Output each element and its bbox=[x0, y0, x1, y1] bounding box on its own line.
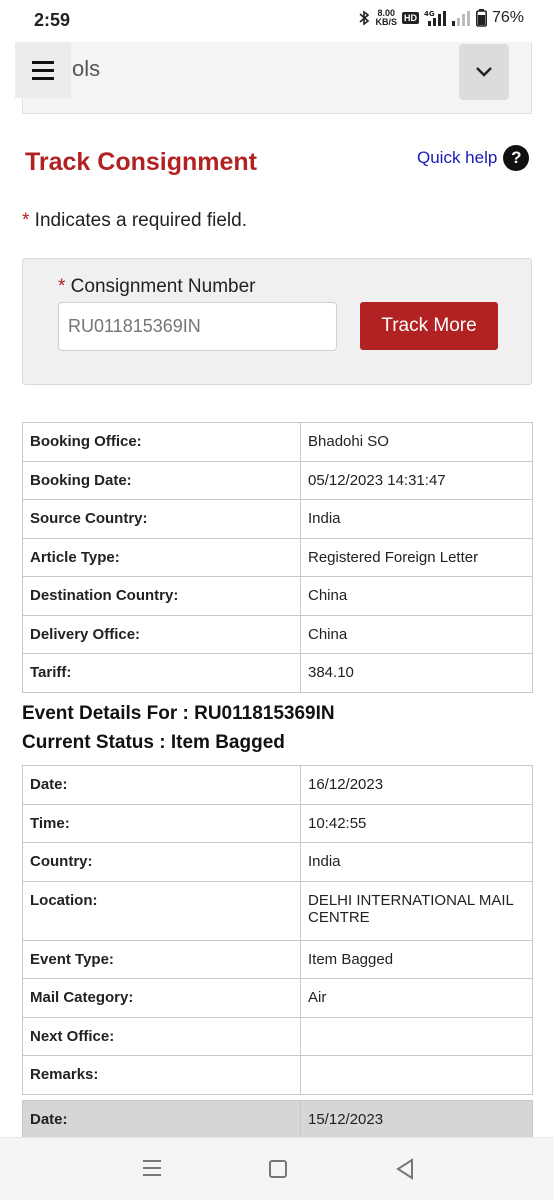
chevron-down-icon bbox=[476, 67, 492, 77]
row-key: Article Type: bbox=[22, 537, 301, 577]
row-key: Source Country: bbox=[22, 499, 301, 539]
table-row: Date: 15/12/2023 bbox=[22, 1100, 533, 1140]
table-row: Next Office: bbox=[22, 1016, 533, 1056]
row-value bbox=[300, 1055, 533, 1095]
tools-label: ols bbox=[72, 56, 101, 81]
row-key: Booking Date: bbox=[22, 460, 301, 500]
table-row: Mail Category: Air bbox=[22, 978, 533, 1018]
table-row: Booking Office: Bhadohi SO bbox=[22, 422, 533, 462]
signal-icon: 4G bbox=[424, 10, 446, 26]
row-value: Bhadohi SO bbox=[300, 422, 533, 462]
row-key: Date: bbox=[22, 1100, 301, 1140]
row-value: Item Bagged bbox=[300, 939, 533, 979]
row-key: Event Type: bbox=[22, 939, 301, 979]
row-value: 05/12/2023 14:31:47 bbox=[300, 460, 533, 500]
row-key: Mail Category: bbox=[22, 978, 301, 1018]
table-row: Source Country: India bbox=[22, 499, 533, 539]
next-event-table: Date: 15/12/2023 bbox=[22, 1100, 533, 1140]
recent-apps-icon[interactable] bbox=[143, 1160, 161, 1176]
consignment-number-input[interactable] bbox=[58, 302, 337, 351]
row-value: China bbox=[300, 614, 533, 654]
home-icon[interactable] bbox=[269, 1160, 287, 1178]
track-more-button[interactable]: Track More bbox=[360, 302, 498, 350]
row-value: India bbox=[300, 499, 533, 539]
table-row: Event Type: Item Bagged bbox=[22, 939, 533, 979]
page-title: Track Consignment bbox=[25, 148, 257, 176]
row-key: Booking Office: bbox=[22, 422, 301, 462]
menu-icon[interactable] bbox=[15, 42, 71, 98]
hd-icon: HD bbox=[401, 12, 419, 24]
row-key: Country: bbox=[22, 842, 301, 882]
consignment-form: * Consignment Number Track More bbox=[22, 258, 532, 385]
consignment-label: * Consignment Number bbox=[58, 276, 256, 298]
table-row: Booking Date: 05/12/2023 14:31:47 bbox=[22, 460, 533, 500]
consignment-label-text: Consignment Number bbox=[65, 276, 256, 297]
system-nav-bar bbox=[0, 1137, 554, 1200]
row-key: Location: bbox=[22, 880, 301, 941]
table-row: Location: DELHI INTERNATIONAL MAIL CENTRE bbox=[22, 880, 533, 941]
status-icons: 8.00 KB/S HD 4G 76% bbox=[358, 9, 524, 27]
battery-icon bbox=[475, 9, 487, 27]
quick-help-link[interactable]: Quick help bbox=[417, 148, 497, 168]
event-details-heading: Event Details For : RU011815369IN bbox=[22, 703, 335, 724]
row-value: Registered Foreign Letter bbox=[300, 537, 533, 577]
status-time: 2:59 bbox=[34, 10, 71, 30]
row-value: 16/12/2023 bbox=[300, 765, 533, 805]
row-value: 10:42:55 bbox=[300, 803, 533, 843]
quick-help[interactable]: Quick help ? bbox=[417, 145, 530, 171]
row-key: Destination Country: bbox=[22, 576, 301, 616]
required-note: * Indicates a required field. bbox=[22, 210, 247, 232]
row-key: Remarks: bbox=[22, 1055, 301, 1095]
booking-details-table: Booking Office: Bhadohi SO Booking Date: 0… bbox=[22, 422, 533, 693]
row-value: DELHI INTERNATIONAL MAIL CENTRE bbox=[300, 880, 533, 941]
battery-percent: 76% bbox=[491, 9, 524, 26]
row-value: Air bbox=[300, 978, 533, 1018]
help-icon[interactable]: ? bbox=[503, 145, 530, 171]
row-value bbox=[300, 1016, 533, 1056]
back-icon[interactable] bbox=[395, 1158, 415, 1180]
row-key: Next Office: bbox=[22, 1016, 301, 1056]
table-row: Date: 16/12/2023 bbox=[22, 765, 533, 805]
table-row: Remarks: bbox=[22, 1055, 533, 1095]
chevron-down-button[interactable] bbox=[459, 44, 509, 100]
row-key: Delivery Office: bbox=[22, 614, 301, 654]
row-value: India bbox=[300, 842, 533, 882]
row-key: Tariff: bbox=[22, 653, 301, 693]
svg-text:4G: 4G bbox=[424, 10, 435, 18]
row-value: 15/12/2023 bbox=[300, 1100, 533, 1140]
row-value: China bbox=[300, 576, 533, 616]
table-row: Country: India bbox=[22, 842, 533, 882]
row-key: Time: bbox=[22, 803, 301, 843]
current-status-heading: Current Status : Item Bagged bbox=[22, 732, 285, 753]
table-row: Delivery Office: China bbox=[22, 614, 533, 654]
row-key: Date: bbox=[22, 765, 301, 805]
table-row: Article Type: Registered Foreign Letter bbox=[22, 537, 533, 577]
table-row: Time: 10:42:55 bbox=[22, 803, 533, 843]
table-row: Destination Country: China bbox=[22, 576, 533, 616]
event-details-table: Date: 16/12/2023 Time: 10:42:55 Country: In… bbox=[22, 765, 533, 1095]
bluetooth-icon bbox=[359, 10, 370, 26]
required-note-text: Indicates a required field. bbox=[29, 210, 247, 231]
status-bar: 2:59 8.00 KB/S HD 4G 76% bbox=[0, 0, 554, 42]
table-row: Tariff: 384.10 bbox=[22, 653, 533, 693]
row-value: 384.10 bbox=[300, 653, 533, 693]
signal-weak-icon bbox=[451, 11, 470, 26]
network-speed: 8.00 KB/S bbox=[375, 8, 397, 27]
